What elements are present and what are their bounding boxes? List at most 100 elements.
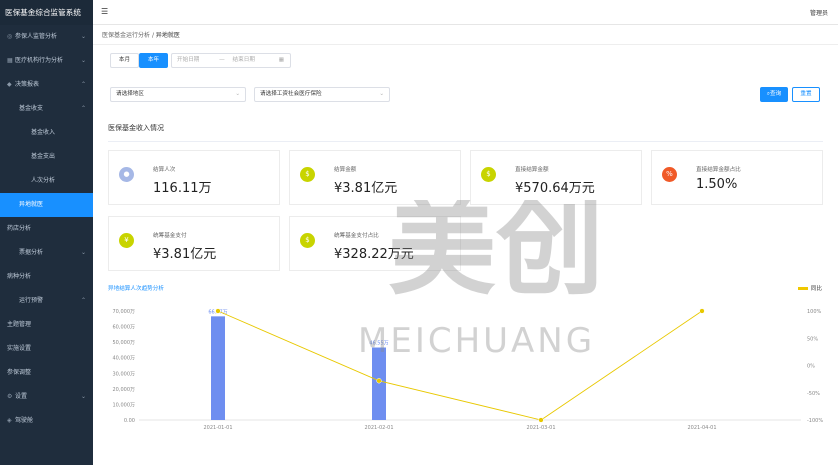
sidebar-item-label: 药店分析: [7, 225, 32, 232]
breadcrumb-sep: /: [151, 32, 154, 39]
sidebar-item-label: 人次分析: [31, 177, 56, 184]
chevron-up-icon: ⌃: [80, 105, 86, 112]
region-select[interactable]: 请选择地区 ⌄: [110, 87, 246, 102]
main-content: 本月 本年 开始日期 — 结束日期 ▦ 请选择地区 ⌄ 请选择工资社会医疗保险 …: [93, 45, 838, 465]
y-right-tick-label: -50%: [807, 391, 820, 397]
sidebar-item-5[interactable]: 基金支出: [0, 145, 93, 169]
y-left-tick-label: 50,000万: [113, 340, 136, 346]
sidebar-item-11[interactable]: 运行预警 ⌃: [0, 289, 93, 313]
x-tick-label: 2021-02-01: [364, 425, 393, 431]
y-left-tick-label: 20,000万: [113, 387, 136, 393]
y-left-tick-label: 30,000万: [113, 371, 136, 377]
sidebar-item-label: 基金收支: [19, 105, 44, 112]
insurance-type-select[interactable]: 请选择工资社会医疗保险 ⌄: [254, 87, 390, 102]
range-separator: —: [219, 57, 225, 63]
sidebar: 医保基金综合监管系统 ◎ 参保人监管分析 ⌄ ▦ 医疗机构行为分析 ⌄ ◆ 决策报表 ⌃ 基金收支…: [0, 0, 93, 465]
sidebar-item-7[interactable]: 异地就医: [0, 193, 93, 217]
sidebar-item-label: 决策报表: [15, 81, 40, 88]
chevron-down-icon: ⌄: [80, 57, 86, 64]
stat-card-value: ¥3.81亿元: [153, 247, 217, 262]
year-button[interactable]: 本年: [139, 53, 168, 68]
y-left-tick-label: 10,000万: [113, 402, 136, 408]
sidebar-item-label: 参保调整: [7, 369, 32, 376]
stat-card: ● 结算人次 116.11万: [108, 150, 280, 205]
sidebar-item-label: 主题管理: [7, 321, 32, 328]
bar-data-label: 46.55万: [369, 341, 388, 347]
stat-card: $ 直接结算金额 ¥570.64万元: [470, 150, 642, 205]
sidebar-item-label: 驾驶舱: [15, 417, 34, 424]
sidebar-item-13[interactable]: 实施设置: [0, 337, 93, 361]
chart-legend[interactable]: 同比: [797, 284, 822, 292]
percent-icon: %: [662, 167, 677, 182]
y-left-tick-label: 0.00: [124, 418, 135, 424]
bar: [211, 316, 225, 420]
x-tick-label: 2021-03-01: [526, 425, 555, 431]
y-right-tick-label: 100%: [807, 309, 822, 315]
stat-card: $ 结算金额 ¥3.81亿元: [289, 150, 461, 205]
sidebar-item-10[interactable]: 病种分析: [0, 265, 93, 289]
stat-card-value: ¥328.22万元: [334, 247, 414, 262]
sidebar-item-6[interactable]: 人次分析: [0, 169, 93, 193]
sidebar-item-4[interactable]: 基金收入: [0, 121, 93, 145]
y-right-tick-label: 0%: [807, 364, 815, 370]
y-left-tick-label: 70,000万: [113, 309, 136, 315]
sidebar-item-12[interactable]: 主题管理: [0, 313, 93, 337]
reset-button[interactable]: 重置: [792, 87, 820, 102]
y-left-tick-label: 60,000万: [113, 325, 136, 331]
chevron-up-icon: ⌃: [80, 81, 86, 88]
breadcrumb-parent[interactable]: 医保基金运行分析: [102, 32, 150, 39]
sidebar-item-label: 异地就医: [19, 201, 44, 208]
sidebar-item-15[interactable]: ⚙ 设置 ⌄: [0, 385, 93, 409]
yoy-point: [376, 378, 382, 384]
query-button[interactable]: ⌕查询: [760, 87, 788, 102]
sidebar-item-1[interactable]: ▦ 医疗机构行为分析 ⌄: [0, 49, 93, 73]
user-name[interactable]: 管理员: [810, 8, 828, 17]
yoy-point: [215, 308, 221, 314]
y-right-tick-label: 50%: [807, 336, 818, 342]
stat-card-value: ¥570.64万元: [515, 181, 595, 196]
query-label: 查询: [769, 91, 782, 97]
chevron-down-icon: ⌄: [80, 33, 86, 40]
sidebar-item-0[interactable]: ◎ 参保人监管分析 ⌄: [0, 25, 93, 49]
yoy-point: [699, 308, 705, 314]
hospital-icon: ▦: [7, 57, 13, 64]
chevron-down-icon: ⌄: [80, 393, 86, 400]
end-date-placeholder: 结束日期: [232, 57, 255, 63]
user-icon: ◎: [7, 33, 13, 40]
dashboard-icon: ◈: [7, 417, 12, 424]
yoy-point: [538, 417, 544, 423]
money-bag-icon: $: [481, 167, 496, 182]
sidebar-item-3[interactable]: 基金收支 ⌃: [0, 97, 93, 121]
trend-chart: 0.00 10,000万 20,000万 30,000万 40,000万 50,000万 6…: [113, 308, 823, 431]
money-bag-icon: $: [300, 233, 315, 248]
legend-swatch: [797, 287, 808, 290]
sidebar-item-label: 病种分析: [7, 273, 32, 280]
coin-icon: ¥: [119, 233, 134, 248]
sidebar-item-14[interactable]: 参保调整: [0, 361, 93, 385]
chevron-up-icon: ⌃: [80, 297, 86, 304]
insurance-type-value: 请选择工资社会医疗保险: [260, 91, 322, 97]
legend-label: 同比: [810, 286, 822, 292]
sidebar-item-label: 实施设置: [7, 345, 32, 352]
chart-title: 异地结算人次趋势分析: [108, 286, 164, 292]
breadcrumb-current: 异地就医: [155, 32, 180, 39]
sidebar-item-9[interactable]: 票据分析 ⌄: [0, 241, 93, 265]
x-tick-label: 2021-04-01: [687, 425, 716, 431]
sidebar-item-label: 运行预警: [19, 297, 44, 304]
sidebar-item-8[interactable]: 药店分析: [0, 217, 93, 241]
sidebar-item-2[interactable]: ◆ 决策报表 ⌃: [0, 73, 93, 97]
stat-card-label: 结算人次: [153, 167, 176, 173]
hamburger-icon[interactable]: ☰: [101, 7, 108, 16]
money-bag-icon: $: [300, 167, 315, 182]
sidebar-item-label: 参保人监管分析: [15, 33, 58, 40]
sidebar-item-16[interactable]: ◈ 驾驶舱: [0, 409, 93, 433]
date-range-input[interactable]: 开始日期 — 结束日期 ▦: [171, 53, 291, 68]
sidebar-item-label: 医疗机构行为分析: [15, 57, 64, 64]
chevron-down-icon: ⌄: [80, 249, 86, 256]
yoy-line: [217, 310, 703, 421]
stat-card-value: ¥3.81亿元: [334, 181, 398, 196]
start-date-placeholder: 开始日期: [177, 57, 200, 63]
stat-card-label: 统筹基金支付占比: [334, 233, 379, 239]
month-button[interactable]: 本月: [110, 53, 139, 68]
app-title: 医保基金综合监管系统: [0, 0, 93, 25]
